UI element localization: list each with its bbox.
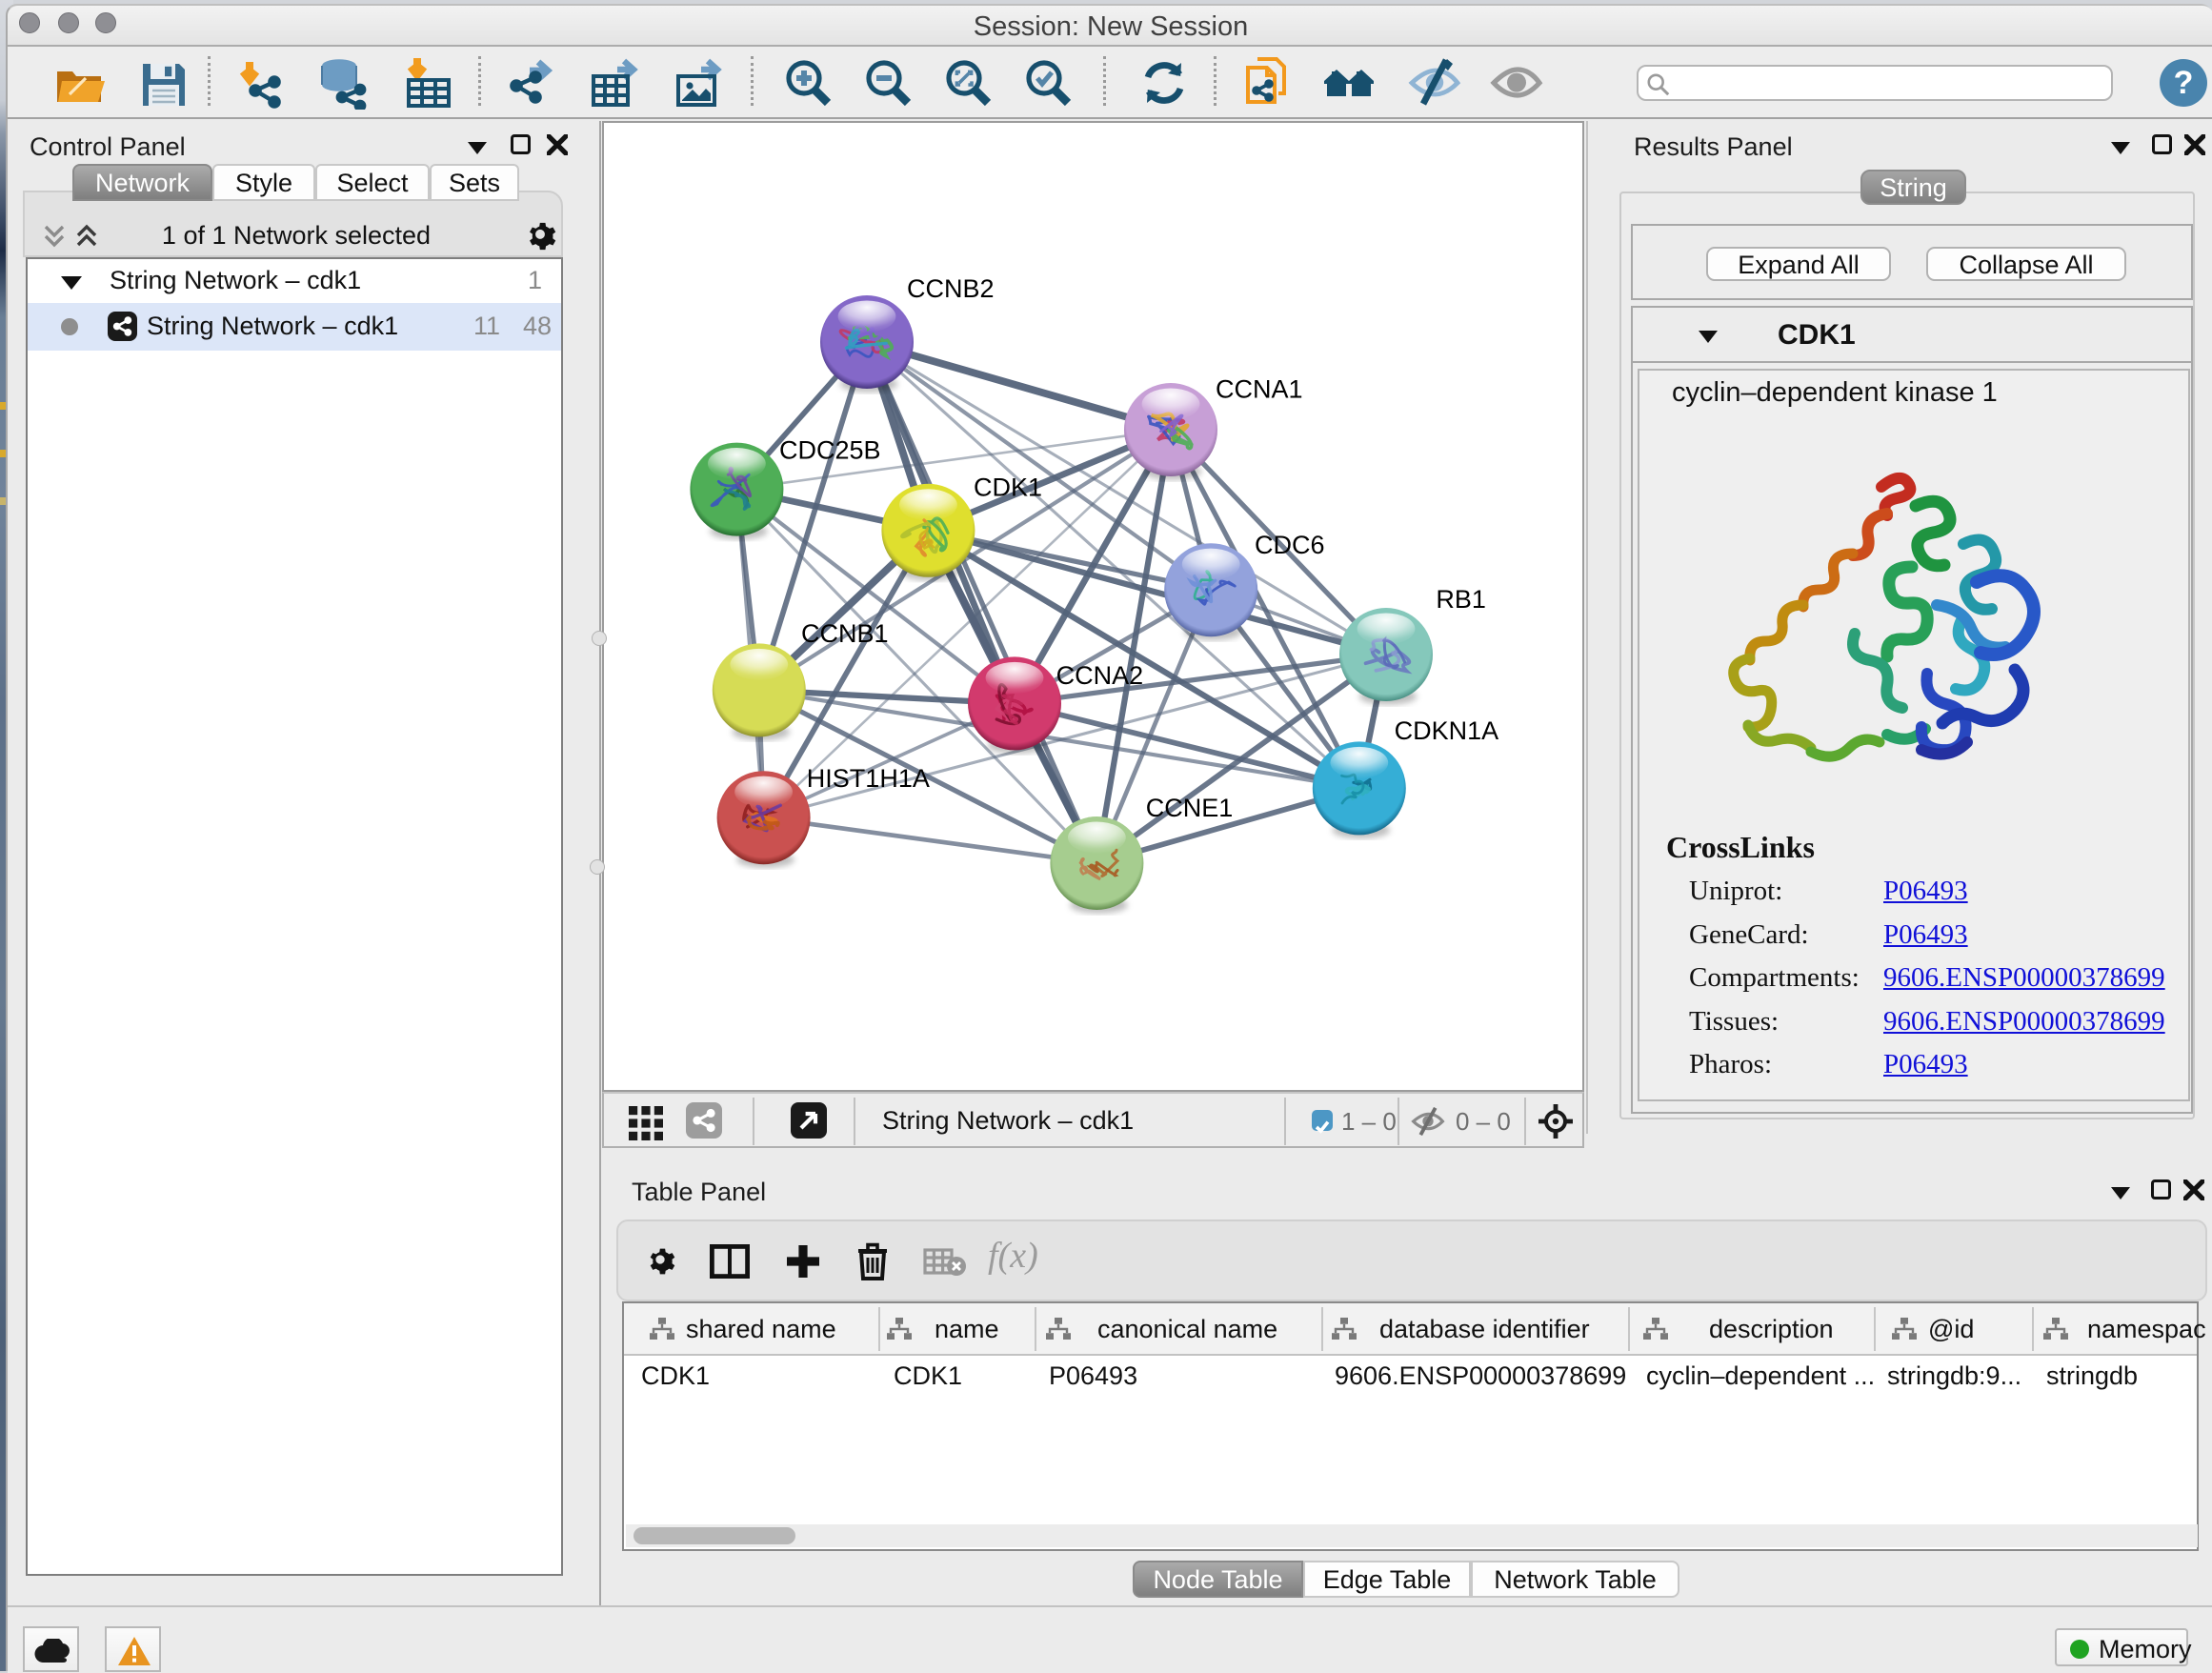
svg-text:CCNA1: CCNA1	[1216, 375, 1303, 404]
svg-text:?: ?	[2174, 65, 2194, 101]
svg-text:CCNA2: CCNA2	[1056, 661, 1144, 690]
svg-text:CCNE1: CCNE1	[1146, 794, 1234, 822]
svg-text:CDKN1A: CDKN1A	[1395, 716, 1499, 745]
svg-text:CDC25B: CDC25B	[779, 436, 881, 465]
svg-text:CCNB1: CCNB1	[801, 619, 889, 648]
svg-text:CDK1: CDK1	[974, 473, 1042, 501]
svg-text:CDC6: CDC6	[1255, 531, 1325, 559]
svg-text:RB1: RB1	[1436, 585, 1486, 614]
svg-text:CCNB2: CCNB2	[907, 274, 995, 303]
svg-text:HIST1H1A: HIST1H1A	[807, 764, 930, 793]
